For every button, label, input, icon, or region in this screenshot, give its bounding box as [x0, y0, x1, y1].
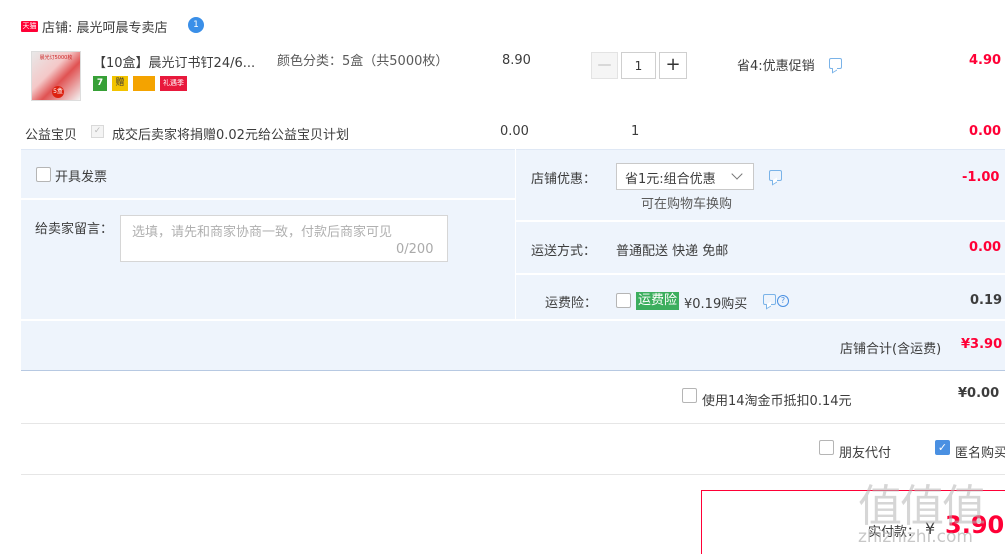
cart-swap-note: 可在购物车换购 [641, 197, 733, 212]
divider [516, 273, 1005, 275]
store-name[interactable]: 店铺: 晨光呵晨专卖店 [42, 17, 168, 36]
insurance-badge: 运费险 [636, 292, 680, 310]
anonymous-label[interactable]: 匿名购买 [955, 442, 1005, 461]
insurance-chat-icon[interactable] [763, 294, 776, 305]
divider [21, 319, 1005, 321]
coins-label[interactable]: 使用14淘金币抵扣0.14元 [702, 390, 852, 409]
invoice-checkbox[interactable] [36, 167, 51, 182]
charity-quantity: 1 [631, 124, 640, 139]
insurance-price: ¥0.19购买 [684, 297, 748, 312]
quantity-increase-button[interactable]: + [659, 52, 687, 79]
insurance-value: 0.19 [970, 293, 1003, 308]
anonymous-checkbox[interactable]: ✓ [935, 440, 950, 455]
item-promotion: 省4:优惠促销 [737, 59, 815, 74]
divider [21, 423, 1005, 424]
item-title-link[interactable]: 【10盒】晨光订书钉24/6... [93, 52, 255, 71]
shop-discount-selected: 省1元:组合优惠 [625, 172, 716, 187]
charity-label: 公益宝贝 [25, 128, 78, 143]
shipping-value: 0.00 [969, 240, 1002, 255]
shipping-label: 运送方式： [531, 244, 597, 259]
watermark-logo: 值值值 [858, 481, 986, 532]
memo-label: 给卖家留言： [35, 222, 114, 237]
promo-info-icon[interactable] [829, 58, 842, 69]
charity-checkbox: ✓ [91, 125, 104, 138]
item-unit-price: 8.90 [502, 53, 531, 68]
credit-card-icon[interactable] [133, 76, 155, 91]
friend-pay-checkbox[interactable] [819, 440, 834, 455]
shop-discount-value: -1.00 [962, 170, 1000, 185]
divider [516, 220, 1005, 222]
quantity-decrease-button[interactable]: — [591, 52, 618, 79]
divider [515, 149, 516, 319]
watermark-url: zhizhizhi.com [858, 527, 973, 547]
invoice-label[interactable]: 开具发票 [55, 166, 107, 185]
wangwang-chat-icon[interactable]: 1 [188, 17, 204, 33]
divider [21, 370, 1005, 371]
charity-price: 0.00 [500, 124, 529, 139]
item-sku: 颜色分类：5盒（共5000枚） [277, 54, 449, 69]
seven-day-return-icon[interactable]: 7 [93, 76, 107, 91]
divider [21, 198, 515, 200]
charity-total: 0.00 [969, 124, 1002, 139]
memo-placeholder: 选填，请先和商家协商一致，付款后商家可见 [132, 225, 393, 240]
coins-value: ¥0.00 [958, 386, 1000, 401]
shop-subtotal-value: ¥3.90 [961, 337, 1003, 352]
help-icon[interactable]: ? [777, 295, 789, 307]
quantity-input[interactable] [621, 52, 656, 79]
divider [21, 149, 1005, 150]
thumbnail-badge: 5盒 [52, 86, 64, 98]
insurance-label: 运费险： [545, 296, 598, 311]
memo-char-count: 0/200 [396, 242, 434, 257]
charity-text: 成交后卖家将捐赠0.02元给公益宝贝计划 [112, 128, 349, 143]
shipping-method: 普通配送 快递 免邮 [616, 244, 729, 259]
gift-season-badge[interactable]: 礼遇季 [160, 76, 187, 91]
coins-checkbox[interactable] [682, 388, 697, 403]
item-total: 4.90 [969, 53, 1002, 68]
shop-discount-label: 店铺优惠： [531, 172, 597, 187]
item-thumbnail[interactable]: 晨光订5000枚 5盒 [31, 51, 81, 101]
insurance-checkbox[interactable] [616, 293, 631, 308]
friend-pay-label[interactable]: 朋友代付 [839, 442, 891, 461]
tmall-badge: 天猫 [21, 21, 38, 32]
thumbnail-caption: 晨光订5000枚 [39, 55, 73, 61]
gift-icon[interactable]: 赠 [112, 76, 128, 91]
discount-info-icon[interactable] [769, 170, 782, 181]
shop-subtotal-label: 店铺合计(含运费) [840, 342, 942, 357]
